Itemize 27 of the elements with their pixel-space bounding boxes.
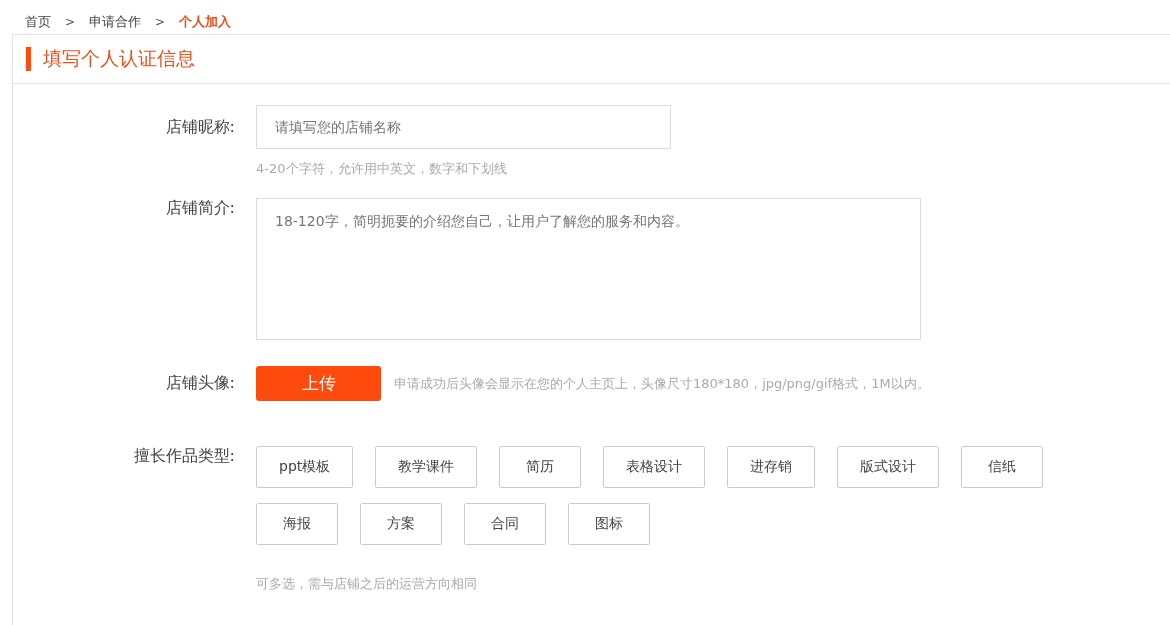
breadcrumb-link[interactable]: 申请合作 [89,12,142,31]
breadcrumb-link[interactable]: 个人加入 [179,12,232,31]
breadcrumb-link[interactable]: 首页 [25,12,51,31]
field-label: 店铺头像: [164,373,235,394]
input-field[interactable]: 请填写您的店铺名称 [256,105,671,149]
type-option[interactable]: 教学课件 [375,446,478,488]
type-option[interactable]: 简历 [499,446,582,488]
field-label: 店铺简介: [164,198,235,219]
type-option[interactable]: 信纸 [961,446,1044,488]
section-title: 填写个人认证信息 [43,46,195,71]
hint-text: 4-20个字符，允许用中英文，数字和下划线 [256,160,508,178]
type-option[interactable]: 方案 [360,503,442,545]
breadcrumb-separator: > [155,14,166,29]
accent-bar [26,47,31,71]
breadcrumb-separator: > [65,14,76,29]
type-option[interactable]: 合同 [464,503,546,545]
hint-text: 申请成功后头像会显示在您的个人主页上，头像尺寸180*180，jpg/png/gif格式，1M以内。 [394,374,930,393]
field-label: 擅长作品类型: [132,446,235,467]
type-option[interactable]: 图标 [568,503,650,545]
type-option[interactable]: 海报 [256,503,338,545]
textarea-field[interactable]: 18-120字，简明扼要的介绍您自己，让用户了解您的服务和内容。 [256,198,921,340]
type-option[interactable]: ppt模板 [256,446,354,488]
type-option[interactable]: 版式设计 [837,446,940,488]
hint-text: 可多选，需与店铺之后的运营方向相同 [256,575,478,593]
type-option[interactable]: 进存销 [727,446,816,488]
type-option[interactable]: 表格设计 [603,446,706,488]
field-label: 店铺昵称: [164,116,235,138]
